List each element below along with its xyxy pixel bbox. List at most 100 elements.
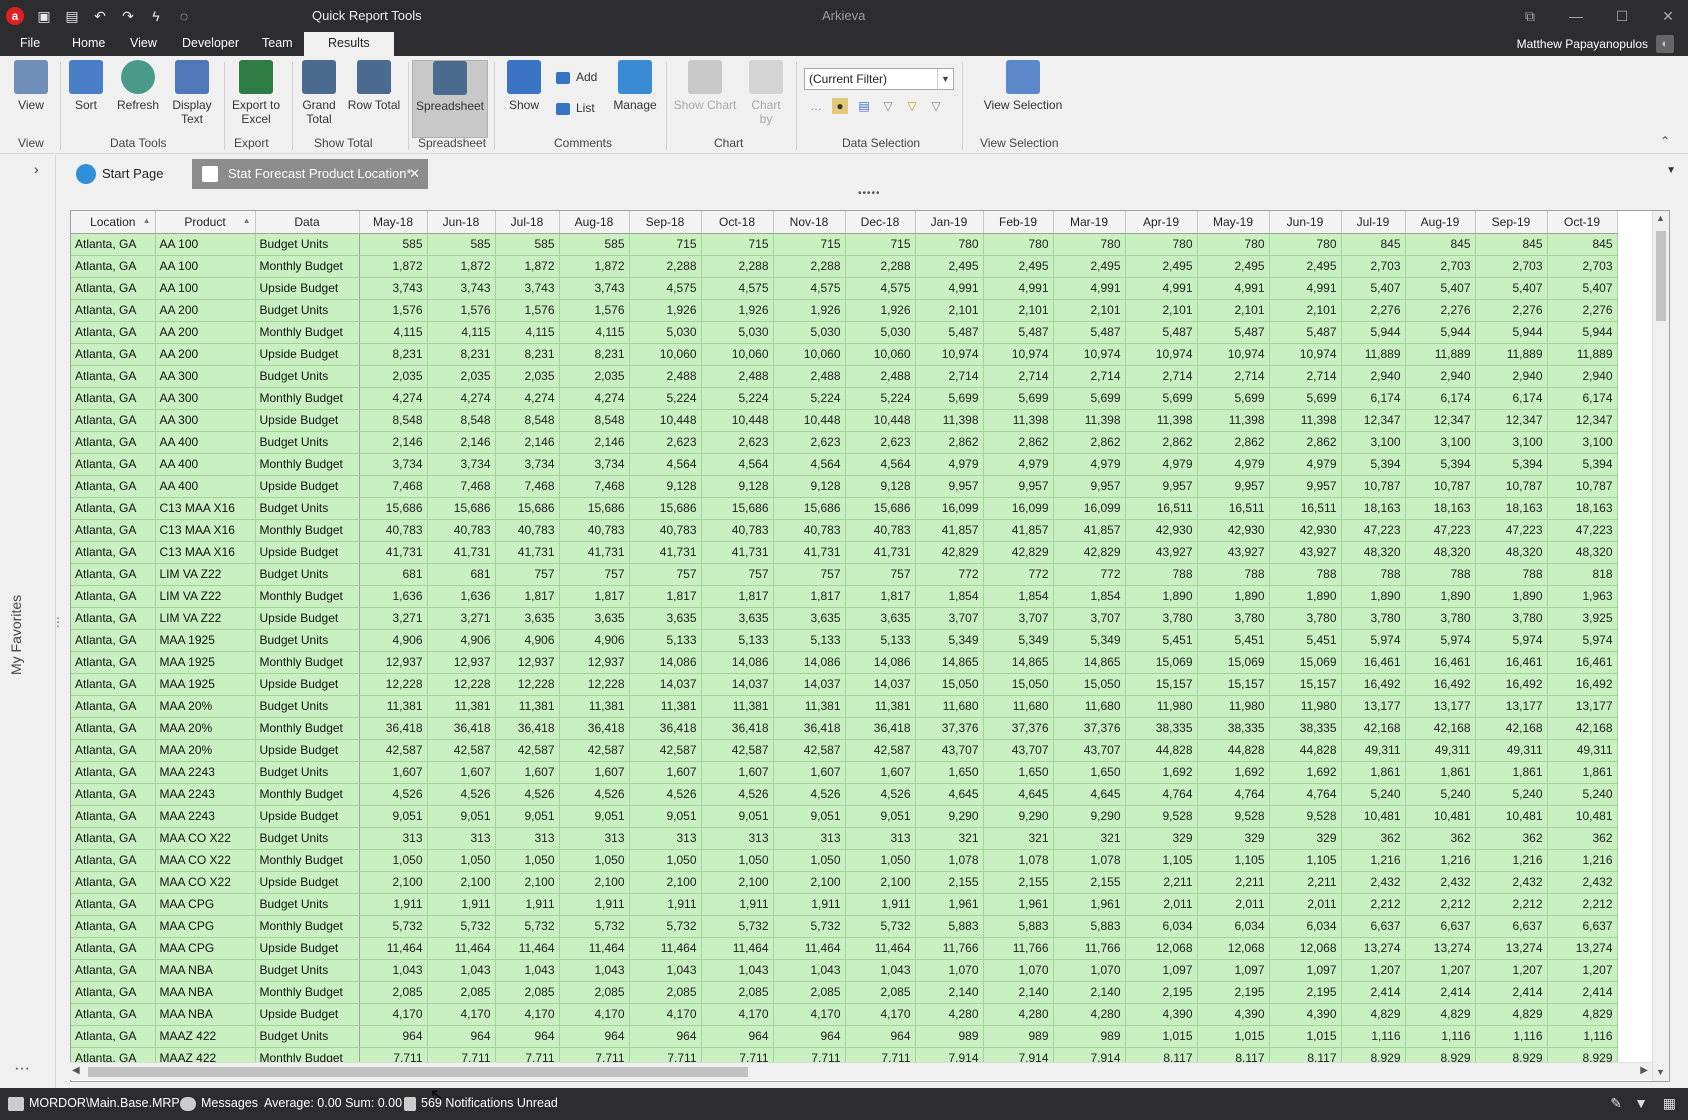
product-cell[interactable]: MAA 1925 (155, 673, 256, 696)
value-cell[interactable]: 2,488 (773, 365, 846, 388)
value-cell[interactable]: 964 (559, 1025, 630, 1048)
value-cell[interactable]: 18,163 (1475, 497, 1548, 520)
value-cell[interactable]: 9,051 (559, 805, 630, 828)
refresh-button[interactable]: Refresh (112, 60, 164, 112)
measure-cell[interactable]: Monthly Budget (255, 915, 360, 938)
location-cell[interactable]: Atlanta, GA (71, 343, 156, 366)
value-cell[interactable]: 10,481 (1547, 805, 1618, 828)
value-cell[interactable]: 6,174 (1475, 387, 1548, 410)
measure-cell[interactable]: Budget Units (255, 563, 360, 586)
value-cell[interactable]: 2,155 (983, 871, 1054, 894)
value-cell[interactable]: 4,170 (701, 1003, 774, 1026)
location-cell[interactable]: Atlanta, GA (71, 937, 156, 960)
value-cell[interactable]: 2,288 (701, 255, 774, 278)
location-cell[interactable]: Atlanta, GA (71, 739, 156, 762)
value-cell[interactable]: 1,961 (1053, 893, 1126, 916)
value-cell[interactable]: 16,492 (1341, 673, 1406, 696)
value-cell[interactable]: 5,732 (427, 915, 496, 938)
value-cell[interactable]: 1,817 (495, 585, 560, 608)
value-cell[interactable]: 5,451 (1269, 629, 1342, 652)
menu-view[interactable]: View (130, 36, 157, 50)
value-cell[interactable]: 313 (773, 827, 846, 850)
value-cell[interactable]: 1,607 (845, 761, 916, 784)
value-cell[interactable]: 1,911 (845, 893, 916, 916)
value-cell[interactable]: 9,051 (701, 805, 774, 828)
value-cell[interactable]: 44,828 (1125, 739, 1198, 762)
value-cell[interactable]: 2,100 (773, 871, 846, 894)
value-cell[interactable]: 5,487 (1053, 321, 1126, 344)
value-cell[interactable]: 1,097 (1197, 959, 1270, 982)
value-cell[interactable]: 772 (1053, 563, 1126, 586)
column-header[interactable]: Jul-18 (495, 211, 560, 234)
value-cell[interactable]: 12,068 (1125, 937, 1198, 960)
value-cell[interactable]: 2,862 (983, 431, 1054, 454)
filter-select[interactable]: (Current Filter) ▼ (804, 68, 954, 90)
value-cell[interactable]: 1,854 (983, 585, 1054, 608)
value-cell[interactable]: 3,707 (915, 607, 984, 630)
value-cell[interactable]: 2,495 (1125, 255, 1198, 278)
value-cell[interactable]: 7,468 (359, 475, 428, 498)
value-cell[interactable]: 37,376 (983, 717, 1054, 740)
value-cell[interactable]: 5,944 (1547, 321, 1618, 344)
value-cell[interactable]: 16,461 (1547, 651, 1618, 674)
value-cell[interactable]: 12,228 (559, 673, 630, 696)
value-cell[interactable]: 48,320 (1341, 541, 1406, 564)
value-cell[interactable]: 40,783 (845, 519, 916, 542)
restore-layout-icon[interactable]: ⧉ (1518, 4, 1542, 28)
value-cell[interactable]: 15,069 (1197, 651, 1270, 674)
value-cell[interactable]: 11,398 (1197, 409, 1270, 432)
location-cell[interactable]: Atlanta, GA (71, 563, 156, 586)
value-cell[interactable]: 42,930 (1269, 519, 1342, 542)
value-cell[interactable]: 15,686 (773, 497, 846, 520)
value-cell[interactable]: 13,177 (1475, 695, 1548, 718)
value-cell[interactable]: 8,548 (495, 409, 560, 432)
value-cell[interactable]: 2,085 (559, 981, 630, 1004)
value-cell[interactable]: 8,548 (427, 409, 496, 432)
value-cell[interactable]: 2,495 (1053, 255, 1126, 278)
location-cell[interactable]: Atlanta, GA (71, 431, 156, 454)
value-cell[interactable]: 11,464 (495, 937, 560, 960)
value-cell[interactable]: 6,034 (1125, 915, 1198, 938)
value-cell[interactable]: 5,394 (1341, 453, 1406, 476)
value-cell[interactable]: 5,407 (1405, 277, 1476, 300)
value-cell[interactable]: 9,128 (845, 475, 916, 498)
value-cell[interactable]: 1,817 (559, 585, 630, 608)
value-cell[interactable]: 2,035 (427, 365, 496, 388)
value-cell[interactable]: 780 (915, 233, 984, 256)
value-cell[interactable]: 321 (915, 827, 984, 850)
display-text-button[interactable]: Display Text (166, 60, 218, 126)
value-cell[interactable]: 2,085 (701, 981, 774, 1004)
column-header[interactable]: Feb-19 (983, 211, 1054, 234)
value-cell[interactable]: 1,576 (427, 299, 496, 322)
value-cell[interactable]: 1,116 (1547, 1025, 1618, 1048)
value-cell[interactable]: 42,168 (1475, 717, 1548, 740)
location-cell[interactable]: Atlanta, GA (71, 277, 156, 300)
measure-cell[interactable]: Upside Budget (255, 871, 360, 894)
value-cell[interactable]: 964 (629, 1025, 702, 1048)
value-cell[interactable]: 38,335 (1197, 717, 1270, 740)
column-header[interactable]: Oct-19 (1547, 211, 1618, 234)
value-cell[interactable]: 1,890 (1197, 585, 1270, 608)
value-cell[interactable]: 321 (1053, 827, 1126, 850)
value-cell[interactable]: 9,128 (773, 475, 846, 498)
value-cell[interactable]: 1,116 (1475, 1025, 1548, 1048)
measure-cell[interactable]: Budget Units (255, 959, 360, 982)
product-cell[interactable]: AA 400 (155, 431, 256, 454)
value-cell[interactable]: 9,051 (629, 805, 702, 828)
value-cell[interactable]: 1,015 (1125, 1025, 1198, 1048)
value-cell[interactable]: 18,163 (1547, 497, 1618, 520)
value-cell[interactable]: 5,030 (701, 321, 774, 344)
value-cell[interactable]: 3,780 (1341, 607, 1406, 630)
value-cell[interactable]: 8,548 (359, 409, 428, 432)
value-cell[interactable]: 14,037 (773, 673, 846, 696)
value-cell[interactable]: 2,211 (1197, 871, 1270, 894)
value-cell[interactable]: 5,944 (1475, 321, 1548, 344)
value-cell[interactable]: 818 (1547, 563, 1618, 586)
value-cell[interactable]: 585 (559, 233, 630, 256)
value-cell[interactable]: 9,957 (983, 475, 1054, 498)
measure-cell[interactable]: Upside Budget (255, 1003, 360, 1026)
value-cell[interactable]: 2,211 (1269, 871, 1342, 894)
value-cell[interactable]: 11,464 (629, 937, 702, 960)
value-cell[interactable]: 10,974 (1269, 343, 1342, 366)
value-cell[interactable]: 9,290 (915, 805, 984, 828)
